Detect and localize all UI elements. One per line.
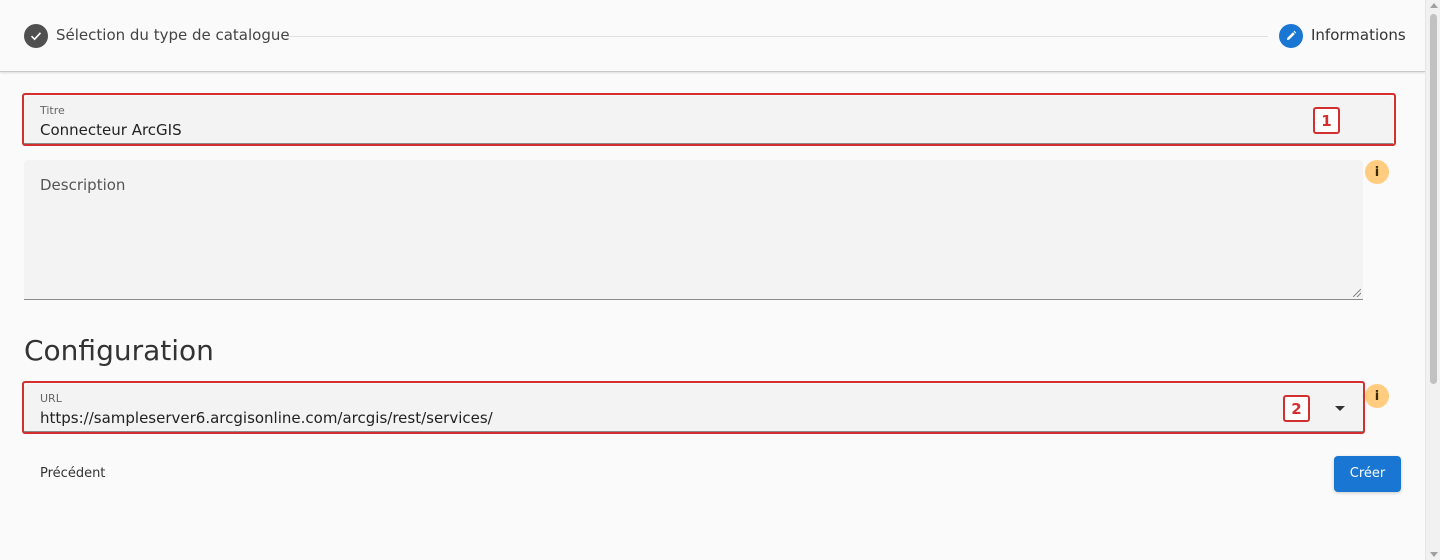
titre-field[interactable]: Titre Connecteur ArcGIS bbox=[24, 96, 1393, 144]
previous-button[interactable]: Précédent bbox=[24, 456, 121, 492]
description-info-icon[interactable]: i bbox=[1365, 160, 1389, 184]
url-value[interactable]: https://sampleserver6.arcgisonline.com/a… bbox=[40, 409, 493, 427]
create-button[interactable]: Créer bbox=[1334, 456, 1401, 492]
stepper-header: Sélection du type de catalogue Informati… bbox=[0, 0, 1425, 72]
step-1-label[interactable]: Sélection du type de catalogue bbox=[56, 26, 290, 44]
resize-handle-icon[interactable] bbox=[1353, 289, 1361, 297]
url-select[interactable]: URL https://sampleserver6.arcgisonline.c… bbox=[24, 384, 1363, 432]
description-textarea[interactable]: Description bbox=[24, 160, 1363, 300]
step-2-label[interactable]: Informations bbox=[1311, 26, 1406, 44]
scrollbar-thumb[interactable] bbox=[1430, 14, 1437, 384]
description-placeholder: Description bbox=[40, 176, 126, 194]
url-label: URL bbox=[40, 392, 62, 405]
annotation-badge-1: 1 bbox=[1313, 107, 1340, 134]
configuration-heading: Configuration bbox=[24, 334, 214, 367]
vertical-scrollbar[interactable] bbox=[1425, 0, 1440, 560]
annotation-badge-2: 2 bbox=[1283, 395, 1310, 422]
scroll-down-arrow-icon[interactable] bbox=[1430, 552, 1438, 557]
dropdown-arrow-icon[interactable] bbox=[1335, 406, 1345, 411]
scroll-up-arrow-icon[interactable] bbox=[1430, 3, 1438, 8]
titre-label: Titre bbox=[40, 104, 65, 117]
step-completed-check-icon[interactable] bbox=[24, 24, 48, 48]
stepper-divider bbox=[286, 36, 1268, 37]
titre-input[interactable]: Connecteur ArcGIS bbox=[40, 121, 182, 139]
url-info-icon[interactable]: i bbox=[1365, 384, 1389, 408]
step-active-pencil-icon[interactable] bbox=[1279, 24, 1303, 48]
